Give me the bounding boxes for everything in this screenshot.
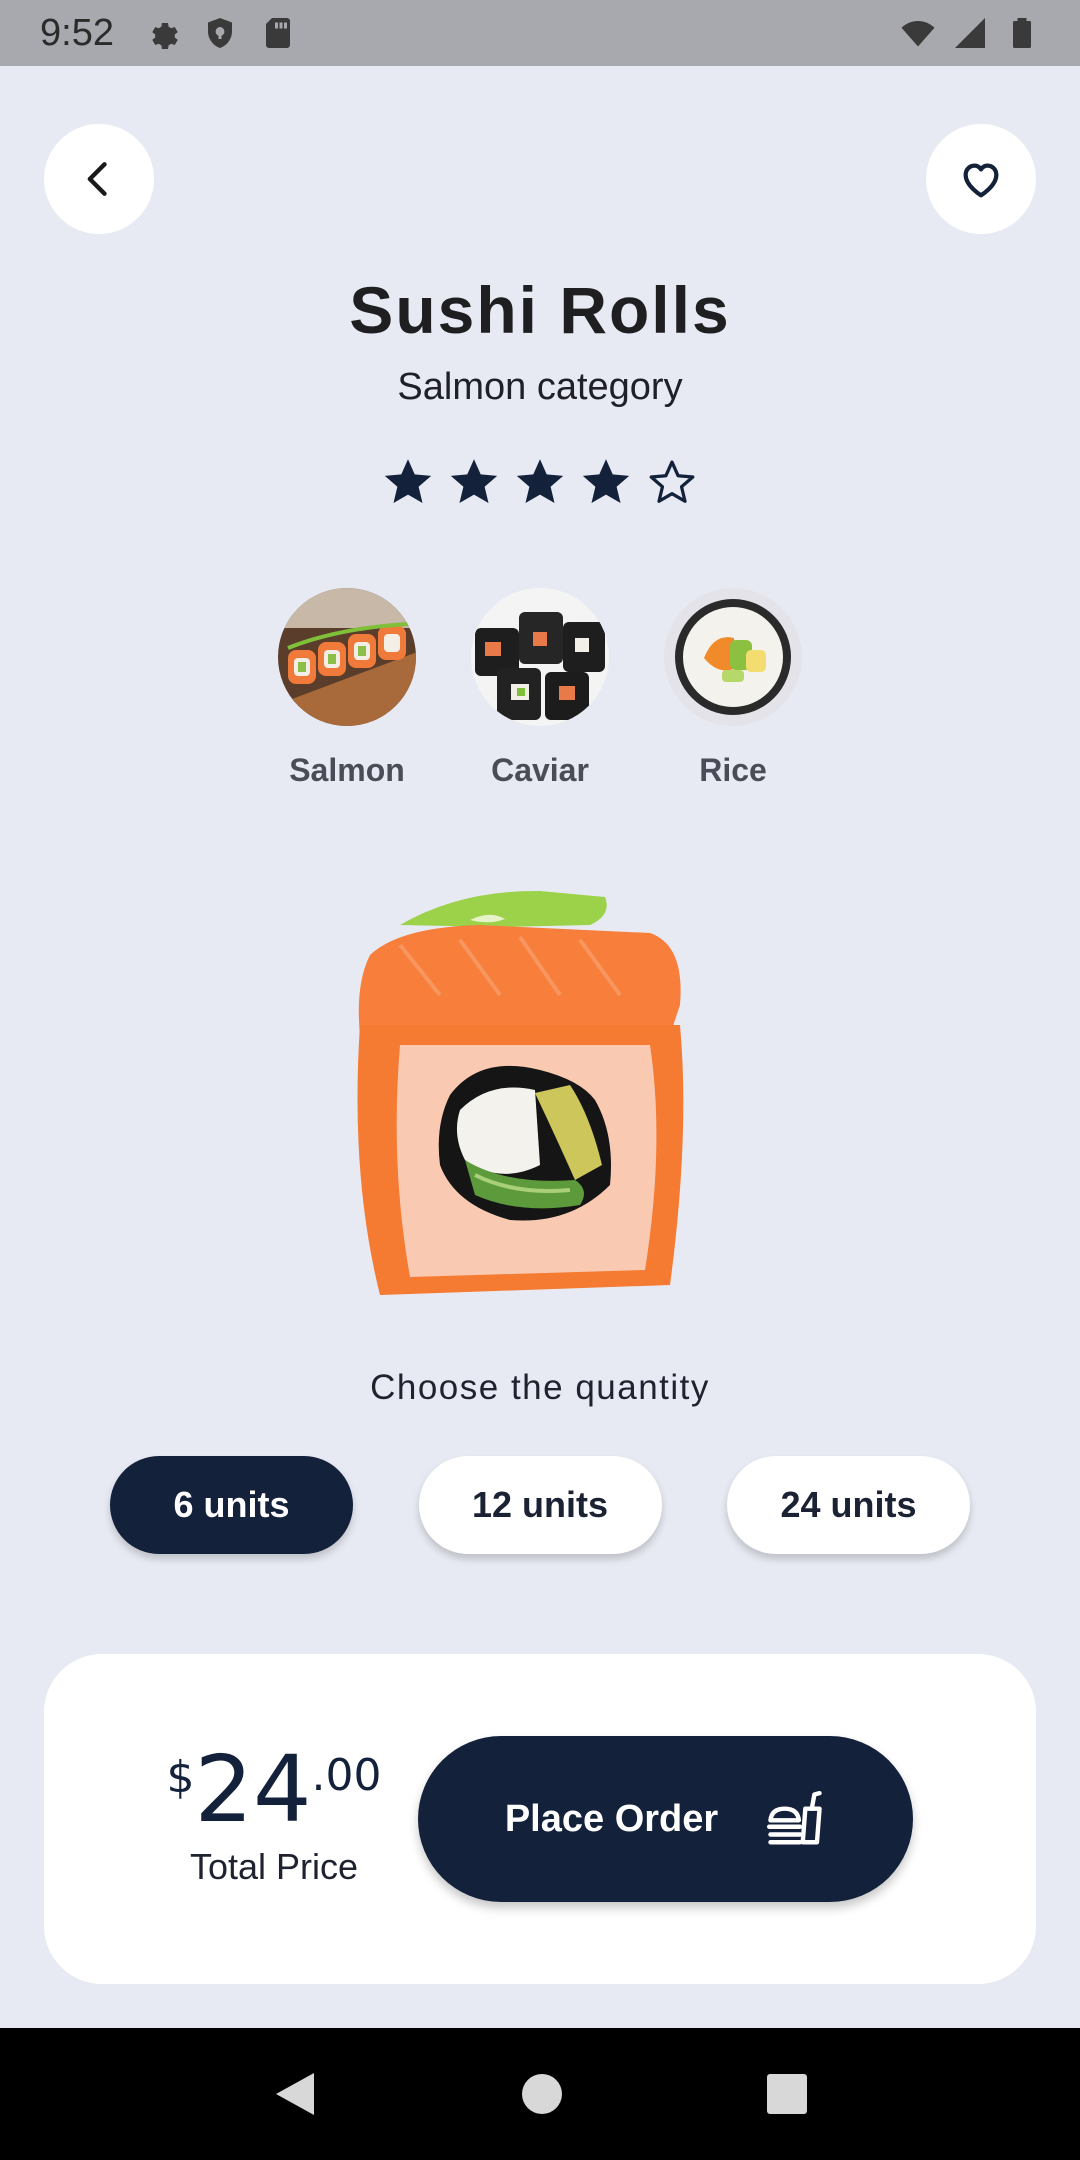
quantity-option-24[interactable]: 24 units <box>727 1456 970 1554</box>
status-bar: 9:52 <box>0 0 1080 66</box>
back-button[interactable] <box>44 124 154 234</box>
home-circle-icon[interactable] <box>521 2073 563 2115</box>
star-filled-icon <box>582 459 630 504</box>
ingredients-row: Salmon Caviar Rice <box>0 588 1080 789</box>
status-time: 9:52 <box>40 11 114 54</box>
food-tray-icon <box>767 1790 822 1845</box>
battery-icon <box>1013 18 1031 48</box>
ingredient-salmon[interactable]: Salmon <box>278 588 416 789</box>
rice-roll-image <box>664 588 802 726</box>
price-cents: .00 <box>311 1750 382 1801</box>
quantity-label: Choose the quantity <box>370 1368 710 1407</box>
settings-icon <box>152 22 178 50</box>
place-order-button[interactable]: Place Order <box>418 1736 913 1902</box>
order-card: $ 24 .00 Total Price Place Order <box>44 1654 1036 1984</box>
signal-icon <box>955 18 985 48</box>
star-outline-icon <box>649 460 695 503</box>
system-nav-bar <box>0 2028 1080 2160</box>
sushi-roll-hero-image <box>357 890 684 1295</box>
recents-square-icon[interactable] <box>766 2073 808 2115</box>
heart-outline-icon <box>963 163 999 198</box>
sd-card-icon <box>265 18 290 48</box>
status-icons-left <box>144 15 296 51</box>
place-order-label: Place Order <box>504 1797 719 1840</box>
favorite-button[interactable] <box>926 124 1036 234</box>
quantity-option-12[interactable]: 12 units <box>418 1456 662 1554</box>
star-rating <box>0 456 1080 508</box>
product-category: Salmon category <box>397 366 683 408</box>
star-filled-icon <box>516 459 564 504</box>
quantity-options: 6 units 12 units 24 units <box>110 1456 970 1554</box>
chevron-left-icon <box>87 162 107 196</box>
ingredient-label: Caviar <box>491 752 589 788</box>
ingredient-caviar[interactable]: Caviar <box>471 588 609 789</box>
ingredient-rice[interactable]: Rice <box>664 588 802 789</box>
status-icons-right <box>900 15 1040 51</box>
caviar-roll-image <box>471 588 609 726</box>
ingredient-label: Rice <box>699 752 767 788</box>
page-title: Sushi Rolls <box>349 273 731 347</box>
wifi-icon <box>901 21 935 47</box>
price-caption: Total Price <box>189 1846 359 1887</box>
quantity-option-6[interactable]: 6 units <box>110 1456 353 1554</box>
price-main: 24 <box>194 1736 312 1843</box>
salmon-roll-image <box>278 588 416 726</box>
price-value: $ 24 .00 <box>166 1744 381 1836</box>
total-price: $ 24 .00 Total Price <box>164 1744 384 1888</box>
shield-icon <box>207 18 232 48</box>
back-triangle-icon[interactable] <box>272 2069 318 2119</box>
star-filled-icon <box>384 459 432 504</box>
ingredient-label: Salmon <box>289 752 405 788</box>
star-filled-icon <box>450 459 498 504</box>
price-currency: $ <box>166 1752 195 1803</box>
